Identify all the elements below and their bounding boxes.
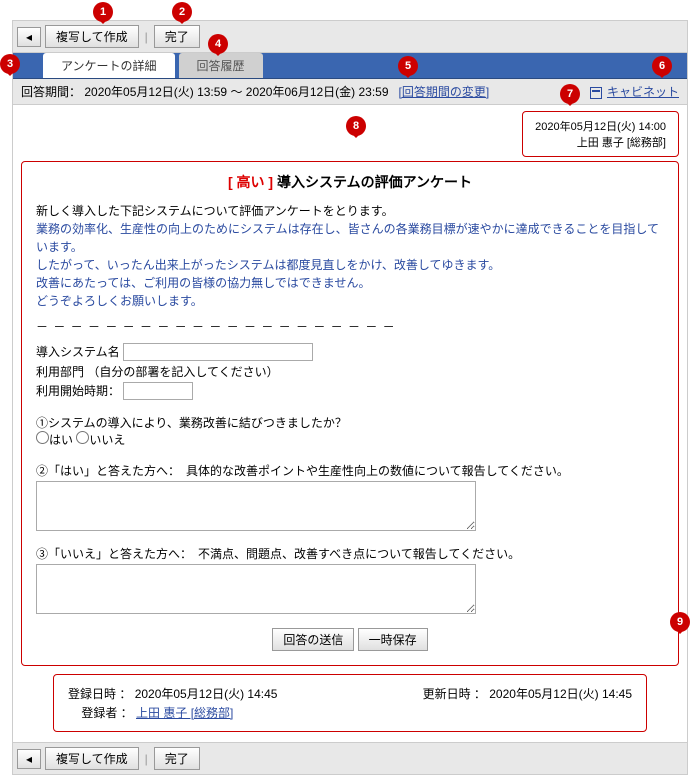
callout-marker-2: 2 — [172, 2, 192, 22]
label-start-date: 利用開始時期： — [36, 384, 120, 398]
label-department: 利用部門 — [36, 365, 84, 379]
period-range: 2020年05月12日(火) 13:59 ～ 2020年06月12日(金) 23… — [84, 85, 388, 99]
label-no: いいえ — [89, 433, 125, 447]
hint-department: （自分の部署を記入してください） — [87, 365, 278, 379]
desc-line-4: 改善にあたっては、ご利用の皆様の協力無しではできません。 — [36, 274, 664, 292]
row-system-name: 導入システム名 — [36, 343, 664, 361]
title-text: 導入システムの評価アンケート — [277, 174, 472, 190]
cabinet-icon — [590, 87, 602, 99]
tab-survey-detail[interactable]: アンケートの詳細 — [43, 53, 175, 78]
q1-option-yes[interactable]: はい — [36, 433, 73, 447]
separator-bottom: | — [145, 752, 148, 766]
author-label: 登録者 ： — [81, 706, 132, 720]
period-label: 回答期間： — [21, 85, 81, 99]
top-toolbar: ◂ 複写して作成 | 完了 — [13, 21, 687, 53]
cabinet-link[interactable]: キャビネット — [607, 85, 679, 99]
complete-button-bottom[interactable]: 完了 — [154, 747, 200, 770]
callout-marker-6: 6 — [652, 56, 672, 76]
back-button-bottom[interactable]: ◂ — [17, 749, 41, 769]
q1-text: ①システムの導入により、業務改善に結びつきましたか？ — [36, 414, 664, 431]
callout-marker-1: 1 — [93, 2, 113, 22]
copy-create-button[interactable]: 複写して作成 — [45, 25, 139, 48]
radio-yes[interactable] — [36, 431, 49, 444]
q2-textarea[interactable] — [36, 481, 476, 531]
priority-label: [ 高い ] — [228, 174, 273, 190]
desc-line-3: したがって、いったん出来上がったシステムは都度見直しをかけ、改善してゆきます。 — [36, 256, 664, 274]
record-info-box: 登録日時 ： 2020年05月12日(火) 14:45 更新日時 ： 2020年… — [53, 674, 647, 732]
created-value: 2020年05月12日(火) 14:45 — [135, 687, 278, 701]
survey-body: [ 高い ] 導入システムの評価アンケート 新しく導入した下記システムについて評… — [21, 161, 679, 666]
input-start-date[interactable] — [123, 382, 193, 400]
callout-marker-7: 7 — [560, 84, 580, 104]
callout-marker-5: 5 — [398, 56, 418, 76]
question-2: ②「はい」と答えた方へ： 具体的な改善ポイントや生産性向上の数値について報告して… — [36, 462, 664, 531]
updated-label: 更新日時 ： — [423, 687, 486, 701]
desc-line-2: 業務の効率化、生産性の向上のためにシステムは存在し、皆さんの各業務目標が速やかに… — [36, 220, 664, 256]
input-system-name[interactable] — [123, 343, 313, 361]
survey-title: [ 高い ] 導入システムの評価アンケート — [36, 172, 664, 192]
q3-text: ③「いいえ」と答えた方へ： 不満点、問題点、改善すべき点について報告してください… — [36, 545, 664, 562]
meta-author: 上田 惠子 [総務部] — [535, 134, 666, 150]
callout-marker-8: 8 — [346, 116, 366, 136]
q2-text: ②「はい」と答えた方へ： 具体的な改善ポイントや生産性向上の数値について報告して… — [36, 462, 664, 479]
row-start-date: 利用開始時期： — [36, 382, 664, 400]
label-system-name: 導入システム名 — [36, 345, 120, 359]
draft-save-button[interactable]: 一時保存 — [358, 628, 428, 651]
separator: | — [145, 30, 148, 44]
survey-description: 新しく導入した下記システムについて評価アンケートをとります。 業務の効率化、生産… — [36, 202, 664, 310]
updated-value: 2020年05月12日(火) 14:45 — [489, 687, 632, 701]
author-link[interactable]: 上田 惠子 [総務部] — [136, 706, 233, 720]
back-button[interactable]: ◂ — [17, 27, 41, 47]
callout-marker-9: 9 — [670, 612, 690, 632]
created-label: 登録日時 ： — [68, 687, 131, 701]
meta-datetime: 2020年05月12日(火) 14:00 — [535, 118, 666, 134]
period-bar: 回答期間： 2020年05月12日(火) 13:59 ～ 2020年06月12日… — [13, 79, 687, 105]
callout-marker-3: 3 — [0, 54, 20, 74]
radio-no[interactable] — [76, 431, 89, 444]
complete-button[interactable]: 完了 — [154, 25, 200, 48]
meta-info-box: 2020年05月12日(火) 14:00 上田 惠子 [総務部] — [522, 111, 679, 157]
label-yes: はい — [49, 433, 73, 447]
callout-marker-4: 4 — [208, 34, 228, 54]
desc-line-1: 新しく導入した下記システムについて評価アンケートをとります。 — [36, 202, 664, 220]
question-1: ①システムの導入により、業務改善に結びつきましたか？ はい いいえ — [36, 414, 664, 448]
q1-option-no[interactable]: いいえ — [76, 433, 125, 447]
tab-bar: アンケートの詳細 回答履歴 — [13, 53, 687, 79]
q3-textarea[interactable] — [36, 564, 476, 614]
question-3: ③「いいえ」と答えた方へ： 不満点、問題点、改善すべき点について報告してください… — [36, 545, 664, 614]
survey-actions: 回答の送信 一時保存 — [36, 628, 664, 651]
change-period-link[interactable]: [回答期間の変更] — [399, 85, 490, 99]
row-department: 利用部門 （自分の部署を記入してください） — [36, 363, 664, 380]
copy-create-button-bottom[interactable]: 複写して作成 — [45, 747, 139, 770]
submit-button[interactable]: 回答の送信 — [272, 628, 354, 651]
divider-dashes: － － － － － － － － － － － － － － － － － － － － … — [36, 318, 664, 335]
desc-line-5: どうぞよろしくお願いします。 — [36, 292, 664, 310]
bottom-toolbar: ◂ 複写して作成 | 完了 — [13, 742, 687, 774]
